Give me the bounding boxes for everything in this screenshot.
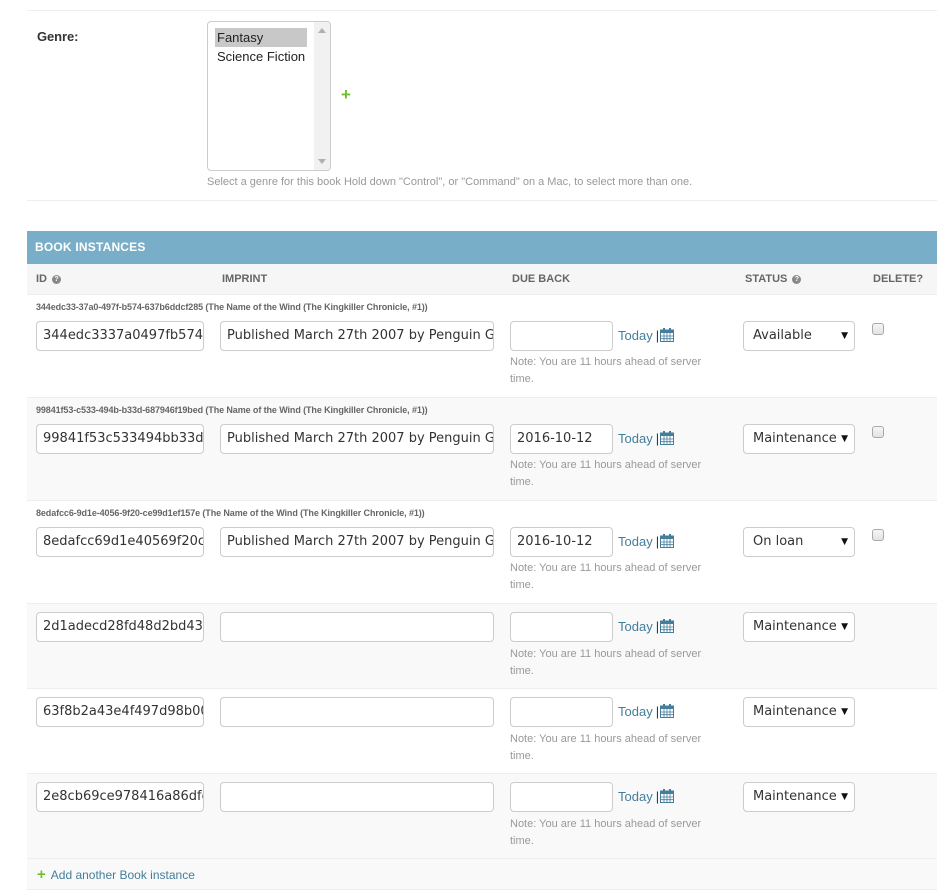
date-shortcuts: Today | <box>618 321 675 351</box>
today-link[interactable]: Today <box>618 431 653 446</box>
table-row: 344edc33-37a0-497f-b574-637b6ddcf285 (Th… <box>27 295 937 398</box>
status-select[interactable]: On loan ▼ <box>743 527 855 557</box>
date-shortcuts: Today | <box>618 697 675 727</box>
add-genre-plus-icon[interactable]: + <box>341 85 351 105</box>
imprint-input[interactable] <box>220 782 494 812</box>
status-select[interactable]: Maintenance ▼ <box>743 612 855 642</box>
timezone-note: Note: You are 11 hours ahead of server t… <box>510 562 702 591</box>
delete-checkbox[interactable] <box>872 529 884 541</box>
dropdown-arrow-icon: ▼ <box>841 537 848 547</box>
add-row: + Add another Book instance <box>27 859 937 890</box>
calendar-icon[interactable] <box>660 619 675 633</box>
date-shortcuts: Today | <box>618 527 675 557</box>
calendar-icon[interactable] <box>660 789 675 803</box>
imprint-input[interactable] <box>220 612 494 642</box>
scroll-down-arrow-icon[interactable] <box>318 159 326 164</box>
timezone-note: Note: You are 11 hours ahead of server t… <box>510 459 702 488</box>
imprint-input[interactable]: Published March 27th 2007 by Penguin Gro… <box>220 424 494 454</box>
date-shortcuts: Today | <box>618 424 675 454</box>
timezone-note: Note: You are 11 hours ahead of server t… <box>510 356 702 385</box>
table-header: ID? IMPRINT DUE BACK STATUS? DELETE? <box>27 264 937 295</box>
date-shortcuts: Today | <box>618 782 675 812</box>
original-object-label: 344edc33-37a0-497f-b574-637b6ddcf285 (Th… <box>36 302 428 312</box>
timezone-note: Note: You are 11 hours ahead of server t… <box>510 733 702 762</box>
today-link[interactable]: Today <box>618 619 653 634</box>
due-back-input[interactable]: 2016-10-12 <box>510 527 613 557</box>
calendar-icon[interactable] <box>660 431 675 445</box>
column-header-status: STATUS? <box>745 264 802 295</box>
id-input[interactable]: 63f8b2a43e4f497d98b001 <box>36 697 204 727</box>
due-back-input[interactable] <box>510 612 613 642</box>
table-row: 2d1adecd28fd48d2bd43ae Today | Note: You … <box>27 604 937 689</box>
original-object-label: 99841f53-c533-494b-b33d-687946f19bed (Th… <box>36 405 428 415</box>
add-another-book-instance-link[interactable]: + Add another Book instance <box>37 859 195 891</box>
id-input[interactable]: 99841f53c533494bb33d68 <box>36 424 204 454</box>
id-input[interactable]: 2d1adecd28fd48d2bd43ae <box>36 612 204 642</box>
question-circle-icon[interactable]: ? <box>52 275 61 284</box>
genre-option-fantasy[interactable]: Fantasy <box>215 28 307 47</box>
dropdown-arrow-icon: ▼ <box>841 331 848 341</box>
column-header-delete: DELETE? <box>873 273 924 285</box>
calendar-icon[interactable] <box>660 534 675 548</box>
id-input[interactable]: 2e8cb69ce978416a86dfee <box>36 782 204 812</box>
id-input[interactable]: 344edc3337a0497fb57463 <box>36 321 204 351</box>
status-select[interactable]: Available ▼ <box>743 321 855 351</box>
due-back-input[interactable]: 2016-10-12 <box>510 424 613 454</box>
calendar-icon[interactable] <box>660 704 675 718</box>
table-row: 99841f53-c533-494b-b33d-687946f19bed (Th… <box>27 398 937 501</box>
dropdown-arrow-icon: ▼ <box>841 622 848 632</box>
status-select[interactable]: Maintenance ▼ <box>743 697 855 727</box>
delete-checkbox[interactable] <box>872 323 884 335</box>
genre-multiselect[interactable]: Fantasy Science Fiction <box>207 21 331 171</box>
table-row: 63f8b2a43e4f497d98b001 Today | Note: You … <box>27 689 937 774</box>
today-link[interactable]: Today <box>618 704 653 719</box>
question-circle-icon[interactable]: ? <box>792 275 802 284</box>
calendar-icon[interactable] <box>660 328 675 342</box>
status-select[interactable]: Maintenance ▼ <box>743 424 855 454</box>
dropdown-arrow-icon: ▼ <box>841 792 848 802</box>
imprint-input[interactable]: Published March 27th 2007 by Penguin Gro… <box>220 527 494 557</box>
scroll-up-arrow-icon[interactable] <box>318 28 326 33</box>
inline-group-title: BOOK INSTANCES <box>27 231 937 264</box>
status-select[interactable]: Maintenance ▼ <box>743 782 855 812</box>
table-row: 2e8cb69ce978416a86dfee Today | Note: You … <box>27 774 937 859</box>
timezone-note: Note: You are 11 hours ahead of server t… <box>510 818 702 847</box>
today-link[interactable]: Today <box>618 328 653 343</box>
genre-label: Genre: <box>37 29 79 44</box>
delete-checkbox[interactable] <box>872 426 884 438</box>
genre-option-science-fiction[interactable]: Science Fiction <box>215 47 307 66</box>
plus-icon: + <box>37 866 46 883</box>
today-link[interactable]: Today <box>618 534 653 549</box>
genre-help-text: Select a genre for this book Hold down "… <box>207 176 693 188</box>
dropdown-arrow-icon: ▼ <box>841 707 848 717</box>
id-input[interactable]: 8edafcc69d1e40569f20ce9 <box>36 527 204 557</box>
original-object-label: 8edafcc6-9d1e-4056-9f20-ce99d1ef157e (Th… <box>36 508 425 518</box>
date-shortcuts: Today | <box>618 612 675 642</box>
due-back-input[interactable] <box>510 321 613 351</box>
imprint-input[interactable]: Published March 27th 2007 by Penguin Gro… <box>220 321 494 351</box>
column-header-imprint: IMPRINT <box>222 273 268 285</box>
column-header-id: ID? <box>36 264 61 295</box>
book-instances-inline: BOOK INSTANCES ID? IMPRINT DUE BACK STAT… <box>27 231 937 890</box>
today-link[interactable]: Today <box>618 789 653 804</box>
due-back-input[interactable] <box>510 782 613 812</box>
column-header-due-back: DUE BACK <box>512 273 571 285</box>
timezone-note: Note: You are 11 hours ahead of server t… <box>510 648 702 677</box>
due-back-input[interactable] <box>510 697 613 727</box>
table-row: 8edafcc6-9d1e-4056-9f20-ce99d1ef157e (Th… <box>27 501 937 604</box>
dropdown-arrow-icon: ▼ <box>841 434 848 444</box>
genre-form-row: Genre: Fantasy Science Fiction + Select … <box>27 11 937 201</box>
genre-scrollbar[interactable] <box>314 22 330 170</box>
imprint-input[interactable] <box>220 697 494 727</box>
